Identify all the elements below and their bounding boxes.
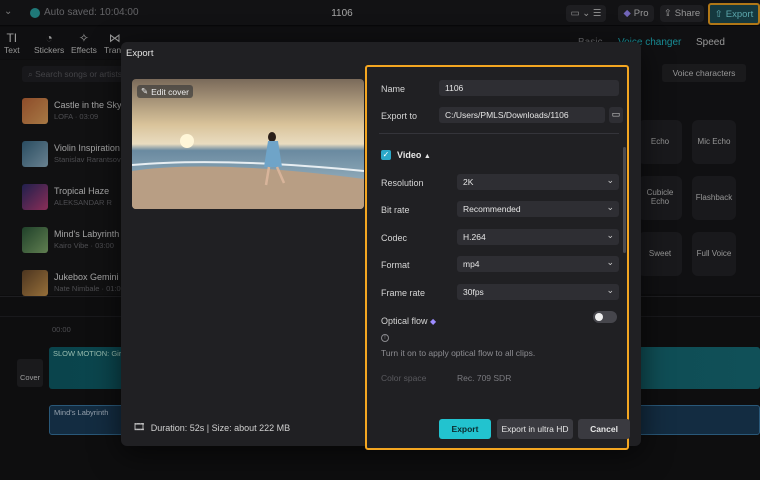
- cancel-button[interactable]: Cancel: [578, 419, 630, 439]
- video-section-label: Video: [397, 150, 422, 160]
- export-button[interactable]: Export: [439, 419, 491, 439]
- film-icon: 🎞: [133, 422, 146, 433]
- export-ultra-hd-label: Export in ultra HD: [501, 424, 569, 434]
- framerate-label: Frame rate: [381, 288, 426, 298]
- resolution-select[interactable]: 2K ⌄: [457, 174, 619, 190]
- optical-flow-label: Optical flow: [381, 316, 428, 326]
- folder-icon[interactable]: ▭: [609, 107, 623, 123]
- name-label: Name: [381, 84, 406, 94]
- dialog-title: Export: [126, 48, 154, 59]
- edit-cover-button[interactable]: ✎ Edit cover: [137, 85, 193, 98]
- chevron-down-icon: ⌄: [606, 230, 614, 240]
- chevron-down-icon: ⌄: [606, 175, 614, 185]
- format-value: mp4: [463, 259, 480, 269]
- toggle-knob: [595, 313, 603, 321]
- chevron-down-icon: ⌄: [606, 257, 614, 267]
- framerate-value: 30fps: [463, 287, 484, 297]
- duration-size-info: 🎞 Duration: 52s | Size: about 222 MB: [133, 422, 290, 433]
- optical-flow-label-wrap: Optical flow ◆: [381, 316, 436, 326]
- format-label: Format: [381, 260, 410, 270]
- duration-text: Duration: 52s | Size: about 222 MB: [150, 422, 291, 433]
- resolution-label: Resolution: [381, 178, 424, 188]
- caret-up-icon: ▲: [423, 153, 431, 160]
- optical-flow-toggle[interactable]: [593, 311, 617, 323]
- settings-scrollbar[interactable]: [623, 147, 626, 253]
- bitrate-label: Bit rate: [381, 205, 410, 215]
- framerate-select[interactable]: 30fps ⌄: [457, 284, 619, 300]
- pro-diamond-icon: ◆: [430, 317, 437, 326]
- codec-value: H.264: [463, 232, 486, 242]
- color-space-value: Rec. 709 SDR: [457, 373, 512, 383]
- chevron-down-icon: ⌄: [606, 202, 614, 212]
- bitrate-select[interactable]: Recommended ⌄: [457, 201, 619, 217]
- video-checkbox[interactable]: ✓: [381, 150, 391, 160]
- optical-flow-hint: Turn it on to apply optical flow to all …: [381, 348, 536, 358]
- color-space-label: Color space: [381, 373, 427, 383]
- edit-icon: ✎: [141, 86, 149, 96]
- codec-label: Codec: [381, 233, 408, 243]
- format-select[interactable]: mp4 ⌄: [457, 256, 619, 272]
- edit-cover-label: Edit cover: [151, 86, 189, 97]
- export-settings-panel: Name 1106 Export to C:/Users/PMLS/Downlo…: [365, 65, 630, 450]
- export-dialog: Export ✎ Edit cover 🎞 Duration: 52s | Si…: [121, 42, 641, 450]
- divider: [379, 133, 619, 134]
- export-path-input[interactable]: C:/Users/PMLS/Downloads/1106: [439, 107, 605, 123]
- cancel-label: Cancel: [590, 424, 618, 434]
- cover-preview: ✎ Edit cover: [132, 79, 364, 209]
- info-icon: !: [381, 334, 389, 342]
- name-input[interactable]: 1106: [439, 80, 619, 96]
- export-ultra-hd-button[interactable]: Export in ultra HD: [497, 419, 573, 439]
- resolution-value: 2K: [463, 177, 474, 187]
- export-button-label: Export: [451, 424, 479, 434]
- chevron-down-icon: ⌄: [606, 285, 614, 295]
- bitrate-value: Recommended: [463, 204, 521, 214]
- export-to-label: Export to: [381, 111, 418, 121]
- codec-select[interactable]: H.264 ⌄: [457, 229, 619, 245]
- video-section-toggle[interactable]: Video ▲: [397, 150, 431, 160]
- beach-photo: [132, 79, 364, 209]
